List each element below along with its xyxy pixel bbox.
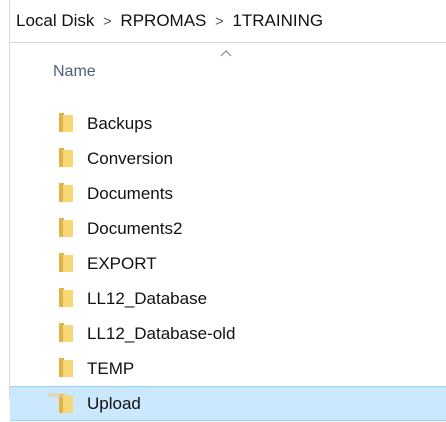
breadcrumb-1training[interactable]: 1TRAINING [230,11,325,31]
list-item[interactable]: LL12_Database [10,281,446,316]
folder-icon [59,323,73,342]
list-item-label: Conversion [87,148,173,168]
list-item[interactable]: Upload [10,386,446,421]
folder-icon [59,253,73,272]
folder-icon [59,183,73,202]
breadcrumb-separator-icon[interactable]: > [208,13,230,30]
file-explorer-window: Local Disk > RPROMAS > 1TRAINING Name Ba… [0,0,446,422]
list-item[interactable]: Conversion [10,141,446,176]
list-item[interactable]: LL12_Database-old [10,316,446,351]
chevron-up-icon [220,50,232,57]
list-item[interactable]: TEMP [10,351,446,386]
breadcrumb-rpromas[interactable]: RPROMAS [118,11,208,31]
list-item-label: EXPORT [87,253,157,273]
column-header-name[interactable]: Name [53,63,96,81]
folder-icon [59,148,73,167]
list-item-label: LL12_Database-old [87,323,236,343]
list-item-label: Upload [87,393,141,413]
folder-icon [59,113,73,132]
list-item-partial [48,393,68,397]
list-item[interactable]: Backups [10,106,446,141]
list-item-label: Documents2 [87,218,183,238]
list-item-label: TEMP [87,358,135,378]
address-bar[interactable]: Local Disk > RPROMAS > 1TRAINING [9,0,446,43]
list-item-label: Backups [87,113,153,133]
breadcrumb-separator-icon[interactable]: > [96,13,118,30]
folder-icon [59,358,73,377]
list-item[interactable]: Documents2 [10,211,446,246]
folder-icon [59,288,73,307]
breadcrumb-local-disk[interactable]: Local Disk [14,11,96,31]
folder-icon [59,218,73,237]
list-item-label: LL12_Database [87,288,208,308]
list-item[interactable]: Documents [10,176,446,211]
file-list-pane: Name Backups Conversion Documents Documents… [9,43,446,421]
list-item-label: Documents [87,183,173,203]
list-item[interactable]: EXPORT [10,246,446,281]
file-list: Backups Conversion Documents Documents2 EXPO… [10,106,446,421]
